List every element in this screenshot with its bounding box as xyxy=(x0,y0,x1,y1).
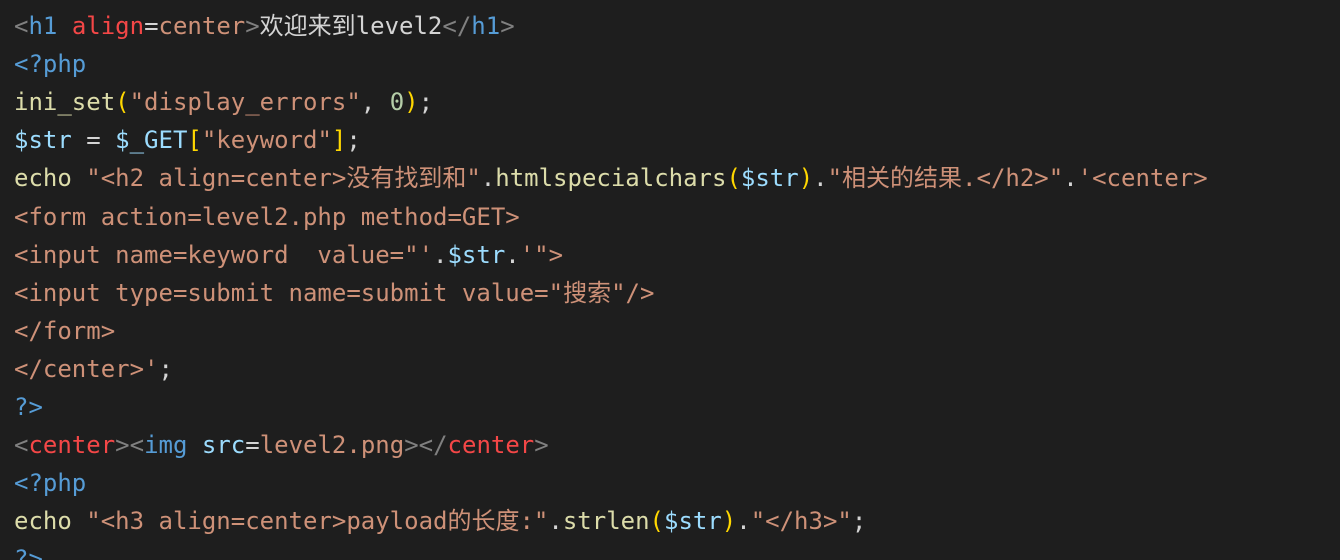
code-token-string: '"> xyxy=(519,240,564,269)
code-line[interactable]: <h1 align=center>欢迎来到level2</h1> xyxy=(14,7,1334,45)
code-token-text: ; xyxy=(346,126,361,155)
code-token-bracket: ) xyxy=(721,507,737,536)
code-token-number: 0 xyxy=(389,88,405,117)
code-token-string: <form action=level2.php method=GET> xyxy=(14,202,520,231)
code-token-deprecated: center xyxy=(447,431,535,460)
code-token-string: "<h2 align=center>没有找到和" xyxy=(86,164,481,193)
code-token-variable: $str xyxy=(14,126,72,155)
code-line[interactable]: <?php xyxy=(14,464,1334,502)
code-token-string: "<h3 align=center>payload的长度:" xyxy=(86,507,549,536)
code-token-string: </form> xyxy=(14,316,116,345)
code-line[interactable]: echo "<h2 align=center>没有找到和".htmlspecia… xyxy=(14,159,1334,197)
code-token-string: level2.png xyxy=(259,431,405,460)
code-line[interactable]: } xyxy=(14,0,1334,7)
code-line[interactable]: echo "<h3 align=center>payload的长度:".strl… xyxy=(14,502,1334,540)
code-token-punct: </ xyxy=(442,12,472,41)
code-token-bracket: ( xyxy=(649,507,664,536)
code-token-text: = xyxy=(71,126,116,155)
code-token-punct: > xyxy=(245,12,260,41)
code-token-func: htmlspecialchars xyxy=(495,164,727,193)
code-token-tag: img xyxy=(144,431,188,460)
code-token-deprecated: align xyxy=(71,12,145,41)
code-token-text: . xyxy=(433,240,448,269)
code-token-tag: <?php xyxy=(14,50,87,79)
code-token-text: = xyxy=(245,431,260,460)
code-token-string: </center>' xyxy=(14,354,159,383)
code-line[interactable]: <center><img src=level2.png></center> xyxy=(14,426,1334,464)
code-lines: }<h1 align=center>欢迎来到level2</h1><?phpin… xyxy=(14,0,1334,560)
code-token-punct: < xyxy=(14,12,29,41)
code-token-punct: > xyxy=(534,431,549,460)
code-line[interactable]: ?> xyxy=(14,388,1334,426)
code-token-string: "display_errors" xyxy=(129,88,361,117)
code-token-variable: $_GET xyxy=(115,126,188,155)
code-token-bracket: [ xyxy=(187,126,202,155)
code-line[interactable]: <?php xyxy=(14,45,1334,83)
code-line[interactable]: <input type=submit name=submit value="搜索… xyxy=(14,274,1334,312)
code-token-text: . xyxy=(813,164,828,193)
code-token-punct: > xyxy=(500,12,515,41)
code-line[interactable]: <input name=keyword value="'.$str.'"> xyxy=(14,236,1334,274)
code-token-bracket: ) xyxy=(404,88,419,117)
code-token-text: 欢迎来到level2 xyxy=(259,12,443,41)
code-token-variable: $str xyxy=(664,507,722,536)
code-token-deprecated: center xyxy=(28,431,116,460)
code-token-bracket: ( xyxy=(726,164,741,193)
code-token-func: ini_set xyxy=(14,88,116,117)
code-token-tag: <?php xyxy=(14,469,87,498)
code-token-punct: >< xyxy=(115,431,145,460)
code-token-bracket: ( xyxy=(115,88,130,117)
code-token-text: ; xyxy=(418,88,434,117)
code-token-text: . xyxy=(548,507,563,536)
code-token-attr: src xyxy=(201,431,246,460)
code-token-string: <input name=keyword value="' xyxy=(14,240,434,269)
code-token-text: . xyxy=(480,164,496,193)
code-token-string: "keyword" xyxy=(201,126,332,155)
code-token-tag: h1 xyxy=(471,12,501,41)
code-line[interactable]: $str = $_GET["keyword"]; xyxy=(14,121,1334,159)
code-token-func: echo xyxy=(14,507,72,536)
code-token-bracket: } xyxy=(14,0,57,2)
code-token-variable: $str xyxy=(740,164,799,193)
code-token-bracket: ] xyxy=(331,126,347,155)
code-token-punct: ></ xyxy=(404,431,448,460)
code-line[interactable]: </center>'; xyxy=(14,350,1334,388)
code-token-string: <input type=submit name=submit value="搜索… xyxy=(14,278,655,307)
code-token-text: = xyxy=(144,12,159,41)
code-token-text: , xyxy=(360,88,390,117)
code-token-punct: < xyxy=(14,431,29,460)
code-token-string: "</h3>" xyxy=(750,507,852,536)
code-token-func: strlen xyxy=(562,507,650,536)
code-line[interactable]: ini_set("display_errors", 0); xyxy=(14,83,1334,121)
code-line[interactable]: ?> xyxy=(14,540,1334,560)
code-token-text: . xyxy=(736,507,751,536)
code-token-text: . xyxy=(505,240,520,269)
code-token-func: echo xyxy=(14,164,72,193)
code-token-bracket: ) xyxy=(798,164,814,193)
code-token-tag: h1 xyxy=(28,12,58,41)
code-line[interactable]: </form> xyxy=(14,312,1334,350)
code-token-tag: ?> xyxy=(14,393,43,422)
code-line[interactable]: <form action=level2.php method=GET> xyxy=(14,198,1334,236)
code-token-string: "相关的结果.</h2>" xyxy=(827,164,1064,193)
code-editor[interactable]: }<h1 align=center>欢迎来到level2</h1><?phpin… xyxy=(0,0,1340,560)
code-token-text: ; xyxy=(851,507,867,536)
code-token-string: '<center> xyxy=(1077,164,1208,193)
code-token-string: center xyxy=(158,12,246,41)
code-token-text: ; xyxy=(158,354,173,383)
code-token-tag: ?> xyxy=(14,545,43,560)
code-token-variable: $str xyxy=(447,240,506,269)
code-token-text: . xyxy=(1063,164,1078,193)
